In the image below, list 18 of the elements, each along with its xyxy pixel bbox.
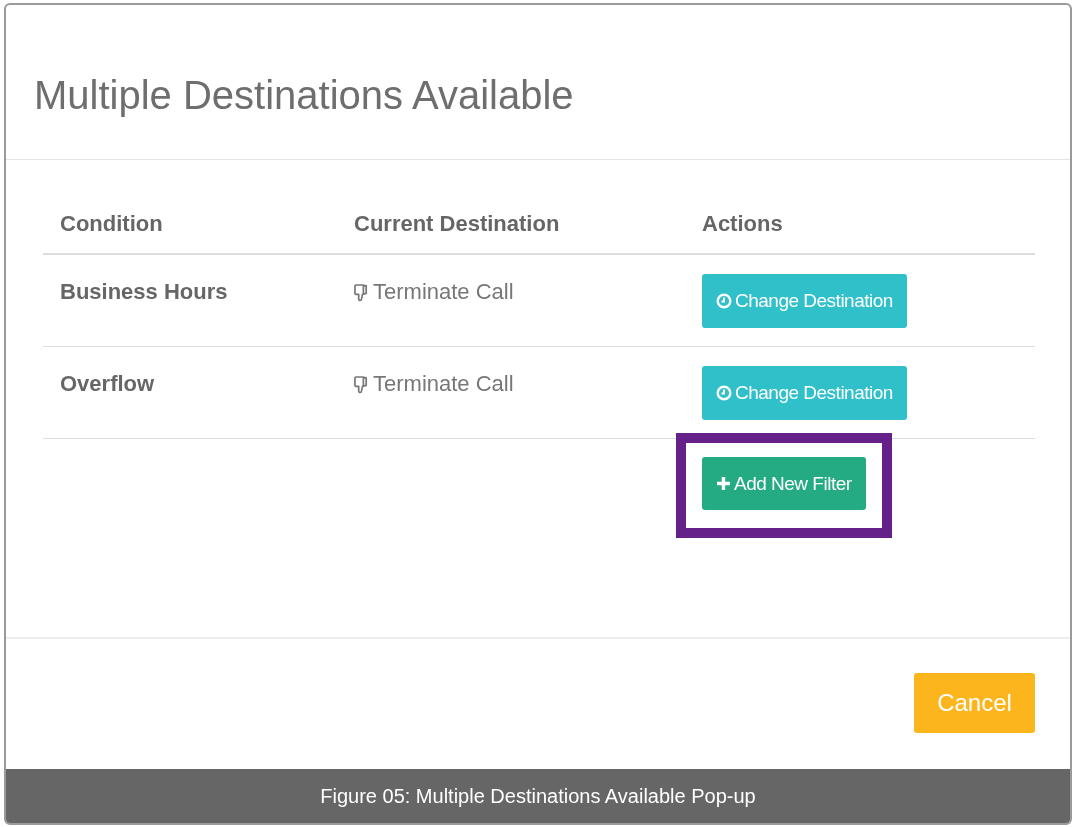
column-header: Actions — [685, 197, 1035, 254]
dialog-title: Multiple Destinations Available — [34, 71, 574, 118]
destination-text: Terminate Call — [373, 371, 514, 397]
clock-icon — [716, 385, 732, 401]
column-header: Current Destination — [337, 197, 685, 254]
add-filter-button[interactable]: Add New Filter — [702, 457, 866, 510]
thumbs-down-icon — [354, 374, 369, 394]
clock-icon — [716, 293, 732, 309]
condition-cell-text: Overflow — [60, 370, 155, 397]
change-destination-button[interactable]: Change Destination — [702, 366, 907, 420]
condition-cell-text: Business Hours — [60, 278, 228, 305]
plus-icon — [716, 476, 731, 491]
thumbs-down-icon — [354, 282, 369, 302]
destination-text: Terminate Call — [373, 279, 514, 305]
change-destination-button[interactable]: Change Destination — [702, 274, 907, 328]
figure-caption: Figure 05: Multiple Destinations Available Pop-up — [6, 769, 1070, 823]
column-header: Condition — [43, 197, 337, 254]
cancel-button[interactable]: Cancel — [914, 673, 1035, 733]
